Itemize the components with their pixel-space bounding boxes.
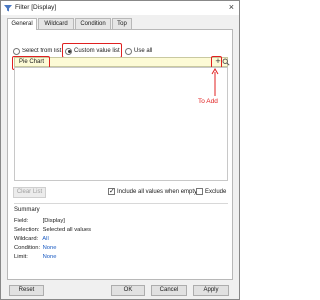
general-panel: Select from list Custom value list Use a…	[7, 29, 233, 280]
exclude-label: Exclude	[205, 188, 227, 195]
search-icon[interactable]	[222, 58, 230, 66]
filter-dialog: Filter [Display] × General Wildcard Cond…	[0, 0, 240, 300]
annotation-to-add: To Add	[198, 98, 218, 105]
reset-button[interactable]: Reset	[9, 285, 44, 296]
tab-general[interactable]: General	[7, 18, 37, 30]
summary-value: Selected all values	[42, 227, 91, 233]
summary-value-link[interactable]: None	[43, 254, 57, 260]
checkbox-unchecked[interactable]	[196, 188, 203, 195]
summary-value-link[interactable]: None	[43, 245, 57, 251]
summary-value: [Display]	[42, 218, 65, 224]
summary-divider	[14, 203, 228, 204]
summary-label: Condition:	[14, 245, 41, 251]
checkbox-checked[interactable]	[108, 187, 115, 195]
tab-top[interactable]: Top	[112, 18, 132, 29]
tab-condition[interactable]: Condition	[75, 18, 111, 29]
summary-row-condition: Condition: None	[14, 245, 56, 251]
title-bar: Filter [Display] ×	[1, 1, 239, 15]
summary-row-selection: Selection: Selected all values	[14, 227, 91, 233]
window-title: Filter [Display]	[15, 4, 57, 11]
summary-label: Wildcard:	[14, 236, 39, 242]
summary-label: Field:	[14, 218, 29, 224]
radio-select-from-list-label: Select from list	[22, 48, 62, 54]
apply-button[interactable]: Apply	[193, 285, 229, 296]
ok-button[interactable]: OK	[111, 285, 145, 296]
annotation-arrow	[211, 68, 219, 96]
include-all-checkbox[interactable]: Include all values when empty	[108, 187, 198, 195]
radio-dot[interactable]	[13, 47, 20, 55]
cancel-button[interactable]: Cancel	[151, 285, 187, 296]
include-all-label: Include all values when empty	[117, 188, 198, 195]
summary-label: Selection:	[14, 227, 40, 233]
radio-use-all[interactable]: Use all	[125, 46, 152, 56]
summary-row-limit: Limit: None	[14, 254, 56, 260]
radio-dot[interactable]	[125, 47, 132, 55]
tab-wildcard[interactable]: Wildcard	[38, 18, 74, 29]
radio-select-from-list[interactable]: Select from list	[13, 46, 65, 56]
summary-row-wildcard: Wildcard: All	[14, 236, 49, 242]
summary-label: Limit:	[14, 254, 28, 260]
filter-funnel-icon	[4, 5, 12, 12]
summary-row-field: Field: [Display]	[14, 218, 65, 224]
summary-heading: Summary	[14, 207, 40, 213]
custom-values-list[interactable]	[14, 67, 228, 181]
clear-list-button[interactable]: Clear List	[13, 187, 46, 198]
close-icon[interactable]: ×	[229, 2, 234, 12]
summary-value-link[interactable]: All	[42, 236, 48, 242]
exclude-checkbox[interactable]: Exclude	[196, 188, 226, 195]
radio-use-all-label: Use all	[134, 48, 153, 54]
highlight-custom-value-list	[62, 43, 122, 58]
